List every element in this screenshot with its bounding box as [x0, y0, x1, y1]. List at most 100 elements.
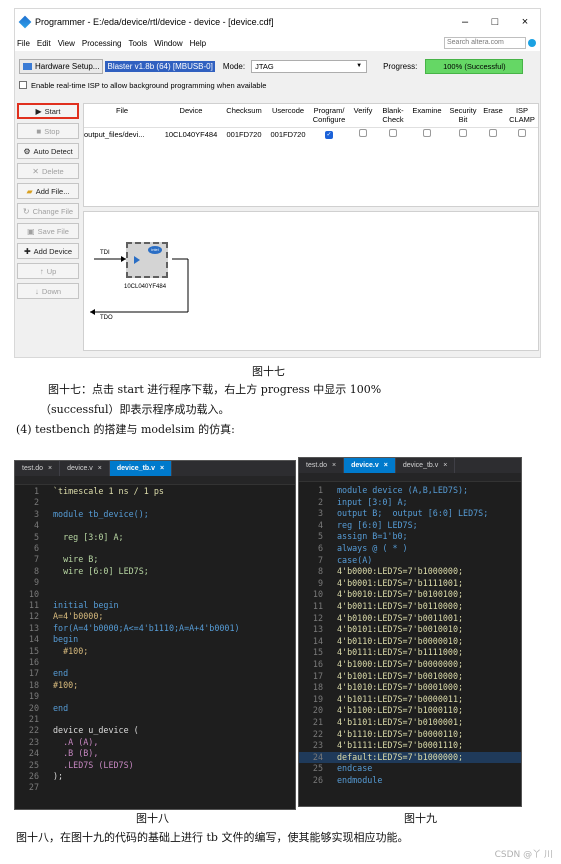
col-program[interactable]: Program/ Configure	[310, 104, 348, 127]
close-icon[interactable]: ×	[98, 465, 102, 472]
fig17-desc-line2: （successful）即表示程序成功载入。	[40, 403, 230, 416]
col-checksum[interactable]: Checksum	[222, 104, 266, 127]
cell-file: output_files/devi...	[84, 129, 145, 139]
search-input[interactable]: Search altera.com	[444, 37, 526, 49]
col-usercode[interactable]: Usercode	[266, 104, 310, 127]
line-number: 24	[28, 748, 39, 759]
col-erase[interactable]: Erase	[480, 104, 506, 127]
quartus-app-icon	[18, 15, 32, 29]
tab-device-tb-v[interactable]: device_tb.v ×	[109, 461, 173, 476]
change-file-button[interactable]: ↻ Change File	[17, 203, 79, 219]
mode-select[interactable]: JTAG ▼	[251, 59, 368, 73]
col-device[interactable]: Device	[160, 104, 222, 127]
line-number: 24	[312, 751, 323, 762]
line-number: 21	[28, 714, 39, 724]
line-number: 20	[312, 705, 323, 716]
tab-test-do[interactable]: test.do ×	[299, 458, 345, 473]
menu-edit[interactable]: Edit	[37, 39, 51, 48]
col-blank-check[interactable]: Blank- Check	[378, 104, 408, 127]
progress-bar: 100% (Successful)	[425, 58, 524, 74]
col-verify[interactable]: Verify	[348, 104, 378, 127]
code-text: 4'b0011:LED7S=7'b0110000;	[337, 601, 464, 611]
maximize-button[interactable]: □	[480, 16, 510, 28]
code-text: );	[53, 771, 64, 781]
code-text: 4'b1100:LED7S=7'b1000110;	[337, 705, 464, 716]
search-icon[interactable]	[528, 39, 536, 47]
fpga-chip[interactable]: intel	[126, 242, 168, 278]
code-line: 12 4'b0100:LED7S=7'b0011001;	[299, 613, 521, 625]
auto-detect-icon: ⚙	[23, 146, 31, 156]
col-isp-clamp[interactable]: ISP CLAMP	[506, 104, 538, 127]
stop-button[interactable]: ■ Stop	[17, 123, 79, 139]
line-number: 27	[28, 782, 39, 793]
tab-test-do[interactable]: test.do ×	[15, 461, 61, 476]
menu-help[interactable]: Help	[190, 39, 206, 48]
down-label: Down	[41, 286, 62, 296]
code-text: #100;	[53, 645, 89, 656]
menu-file[interactable]: File	[17, 39, 30, 48]
code-line: 26 endmodule	[299, 775, 521, 787]
line-number: 4	[33, 520, 39, 531]
line-number: 8	[33, 565, 39, 576]
code-line: 26);	[15, 771, 295, 782]
down-button[interactable]: ↓ Down	[17, 283, 79, 299]
code-text: .B (B),	[53, 748, 99, 759]
menu-window[interactable]: Window	[154, 39, 182, 48]
close-icon[interactable]: ×	[443, 462, 447, 469]
minimize-button[interactable]: –	[450, 16, 480, 28]
code-line: 4	[15, 520, 295, 531]
jtag-chain-view: TDI TDO intel 10CL040YF484	[83, 211, 539, 351]
start-icon: ▶	[35, 106, 42, 116]
close-icon[interactable]: ×	[48, 465, 52, 472]
close-icon[interactable]: ×	[384, 462, 388, 469]
code-line: 19 4'b1011:LED7S=7'b0000011;	[299, 694, 521, 706]
add-device-button[interactable]: ✚ Add Device	[17, 243, 79, 259]
line-number: 20	[28, 702, 39, 713]
code-text: 4'b1001:LED7S=7'b0010000;	[337, 670, 464, 681]
isp-checkbox[interactable]	[19, 81, 27, 89]
security-bit-checkbox[interactable]	[459, 129, 467, 137]
program-checkbox[interactable]: ✓	[325, 131, 333, 139]
menu-view[interactable]: View	[58, 39, 75, 48]
add-file-button[interactable]: ▰ Add File...	[17, 183, 79, 199]
code-text: `timescale 1 ns / 1 ps	[53, 486, 164, 496]
line-number: 21	[312, 717, 323, 727]
up-button[interactable]: ↑ Up	[17, 263, 79, 279]
tab-device-tb-v[interactable]: device_tb.v ×	[396, 458, 456, 473]
start-button[interactable]: ▶ Start	[17, 103, 79, 119]
delete-button[interactable]: ✕ Delete	[17, 163, 79, 179]
delete-icon: ✕	[32, 166, 39, 176]
col-security-bit[interactable]: Security Bit	[446, 104, 480, 127]
hardware-value[interactable]: Blaster v1.8b (64) [MBUSB-0]	[105, 60, 215, 72]
menu-processing[interactable]: Processing	[82, 39, 122, 48]
erase-checkbox[interactable]	[489, 129, 497, 137]
examine-checkbox[interactable]	[423, 129, 431, 137]
tab-device-v[interactable]: device.v ×	[344, 458, 396, 473]
down-icon: ↓	[34, 286, 39, 296]
programmer-sidebar: ▶ Start ■ Stop ⚙ Auto Detect ✕ Delete ▰ Add F…	[17, 103, 79, 303]
close-icon[interactable]: ×	[332, 462, 336, 469]
close-icon[interactable]: ×	[160, 465, 164, 472]
code-text: assign B=1'b0;	[337, 531, 408, 542]
blank-check-checkbox[interactable]	[389, 129, 397, 137]
fig17-caption: 图十七	[252, 365, 285, 378]
col-file[interactable]: File	[84, 104, 160, 127]
editor-ruler	[299, 473, 521, 482]
device-editor: test.do × device.v × device_tb.v × 1 module …	[298, 457, 522, 807]
code-line: 22 4'b1110:LED7S=7'b0000110;	[299, 729, 521, 741]
menu-tools[interactable]: Tools	[128, 39, 147, 48]
save-file-button[interactable]: ▣ Save File	[17, 223, 79, 239]
isp-clamp-checkbox[interactable]	[518, 129, 526, 137]
auto-detect-button[interactable]: ⚙ Auto Detect	[17, 143, 79, 159]
code-line: 7 wire B;	[15, 554, 295, 565]
col-examine[interactable]: Examine	[408, 104, 446, 127]
hardware-icon	[23, 62, 32, 70]
table-row[interactable]: output_files/devi... 10CL040YF484 001FD7…	[84, 128, 538, 140]
close-button[interactable]: ×	[510, 16, 540, 28]
code-line: 23 .A (A),	[15, 737, 295, 748]
tab-device-v[interactable]: device.v ×	[60, 461, 110, 476]
verify-checkbox[interactable]	[359, 129, 367, 137]
hardware-setup-button[interactable]: Hardware Setup...	[19, 58, 104, 74]
code-text: reg [6:0] LED7S;	[337, 519, 418, 530]
code-line: 22 device u_device (	[15, 725, 295, 736]
